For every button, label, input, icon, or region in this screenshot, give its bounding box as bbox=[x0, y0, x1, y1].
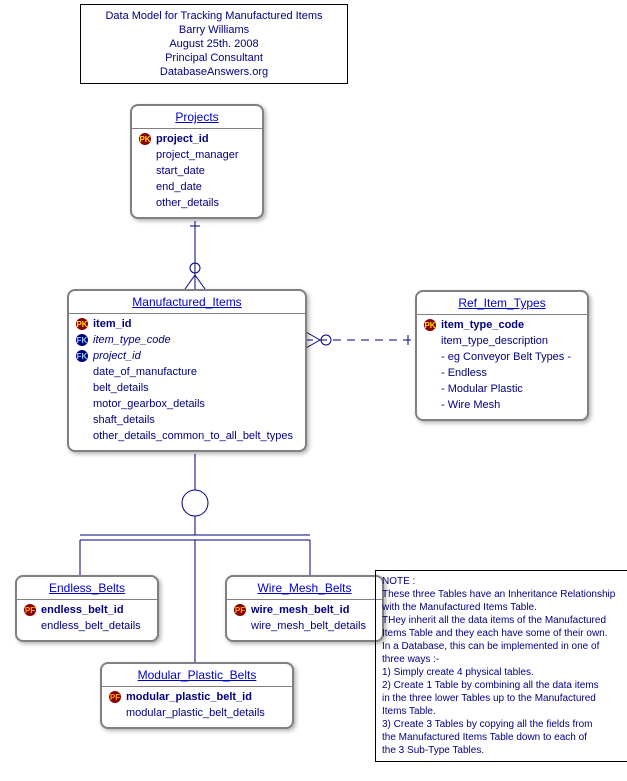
pk-icon bbox=[75, 317, 89, 331]
field: start_date bbox=[136, 163, 258, 179]
note-line: In a Database, this can be implemented i… bbox=[382, 640, 622, 653]
entity-modular-plastic-belts: Modular_Plastic_Belts modular_plastic_be… bbox=[100, 662, 294, 729]
field: project_manager bbox=[136, 147, 258, 163]
entity-projects: Projects project_id project_manager star… bbox=[130, 104, 264, 219]
title-line: DatabaseAnswers.org bbox=[89, 65, 339, 79]
entity-title: Manufactured_Items bbox=[69, 291, 305, 314]
field: modular_plastic_belt_details bbox=[106, 705, 288, 721]
entity-title: Projects bbox=[132, 106, 262, 129]
entity-endless-belts: Endless_Belts endless_belt_id endless_be… bbox=[15, 575, 159, 642]
entity-title: Modular_Plastic_Belts bbox=[102, 664, 292, 687]
entity-title: Endless_Belts bbox=[17, 577, 157, 600]
field: - Endless bbox=[421, 365, 583, 381]
field: other_details bbox=[136, 195, 258, 211]
pk-icon bbox=[138, 132, 152, 146]
field: endless_belt_details bbox=[21, 618, 153, 634]
pf-icon bbox=[108, 690, 122, 704]
field-pk: item_type_code bbox=[421, 317, 583, 333]
note-line: with the Manufactured Items Table. bbox=[382, 601, 622, 614]
note-line: THey inherit all the data items of the M… bbox=[382, 614, 622, 627]
fk-icon bbox=[75, 333, 89, 347]
note-line: Items Table and they each have some of t… bbox=[382, 627, 622, 640]
note-line: 2) Create 1 Table by combining all the d… bbox=[382, 679, 622, 692]
fk-icon bbox=[75, 349, 89, 363]
field-pf: wire_mesh_belt_id bbox=[231, 602, 378, 618]
note-line: the Manufactured Items Table down to eac… bbox=[382, 731, 622, 744]
field: shaft_details bbox=[73, 412, 301, 428]
note-line: 3) Create 3 Tables by copying all the fi… bbox=[382, 718, 622, 731]
note-line: three ways :- bbox=[382, 653, 622, 666]
title-line: August 25th. 2008 bbox=[89, 37, 339, 51]
field-fk: item_type_code bbox=[73, 332, 301, 348]
note-line: in the three lower Tables up to the Manu… bbox=[382, 692, 622, 705]
field: motor_gearbox_details bbox=[73, 396, 301, 412]
field: item_type_description bbox=[421, 333, 583, 349]
field: end_date bbox=[136, 179, 258, 195]
entity-wire-mesh-belts: Wire_Mesh_Belts wire_mesh_belt_id wire_m… bbox=[225, 575, 384, 642]
note-line: These three Tables have an Inheritance R… bbox=[382, 588, 622, 601]
field-pf: endless_belt_id bbox=[21, 602, 153, 618]
title-box: Data Model for Tracking Manufactured Ite… bbox=[80, 4, 348, 84]
title-line: Principal Consultant bbox=[89, 51, 339, 65]
note-line: NOTE : bbox=[382, 575, 622, 588]
pf-icon bbox=[233, 603, 247, 617]
entity-title: Ref_Item_Types bbox=[417, 292, 587, 315]
field: belt_details bbox=[73, 380, 301, 396]
pf-icon bbox=[23, 603, 37, 617]
field: other_details_common_to_all_belt_types bbox=[73, 428, 301, 444]
field: - eg Conveyor Belt Types - bbox=[421, 349, 583, 365]
note-line: the 3 Sub-Type Tables. bbox=[382, 744, 622, 757]
field-pk: project_id bbox=[136, 131, 258, 147]
field-pk: item_id bbox=[73, 316, 301, 332]
entity-title: Wire_Mesh_Belts bbox=[227, 577, 382, 600]
field: - Modular Plastic bbox=[421, 381, 583, 397]
entity-ref-item-types: Ref_Item_Types item_type_code item_type_… bbox=[415, 290, 589, 421]
note-line: 1) Simply create 4 physical tables. bbox=[382, 666, 622, 679]
field-fk: project_id bbox=[73, 348, 301, 364]
field: date_of_manufacture bbox=[73, 364, 301, 380]
note-box: NOTE : These three Tables have an Inheri… bbox=[375, 570, 627, 762]
field: wire_mesh_belt_details bbox=[231, 618, 378, 634]
title-line: Barry Williams bbox=[89, 23, 339, 37]
entity-manufactured-items: Manufactured_Items item_id item_type_cod… bbox=[67, 289, 307, 452]
note-line: Items Table. bbox=[382, 705, 622, 718]
field: - Wire Mesh bbox=[421, 397, 583, 413]
field-pf: modular_plastic_belt_id bbox=[106, 689, 288, 705]
title-line: Data Model for Tracking Manufactured Ite… bbox=[89, 9, 339, 23]
pk-icon bbox=[423, 318, 437, 332]
